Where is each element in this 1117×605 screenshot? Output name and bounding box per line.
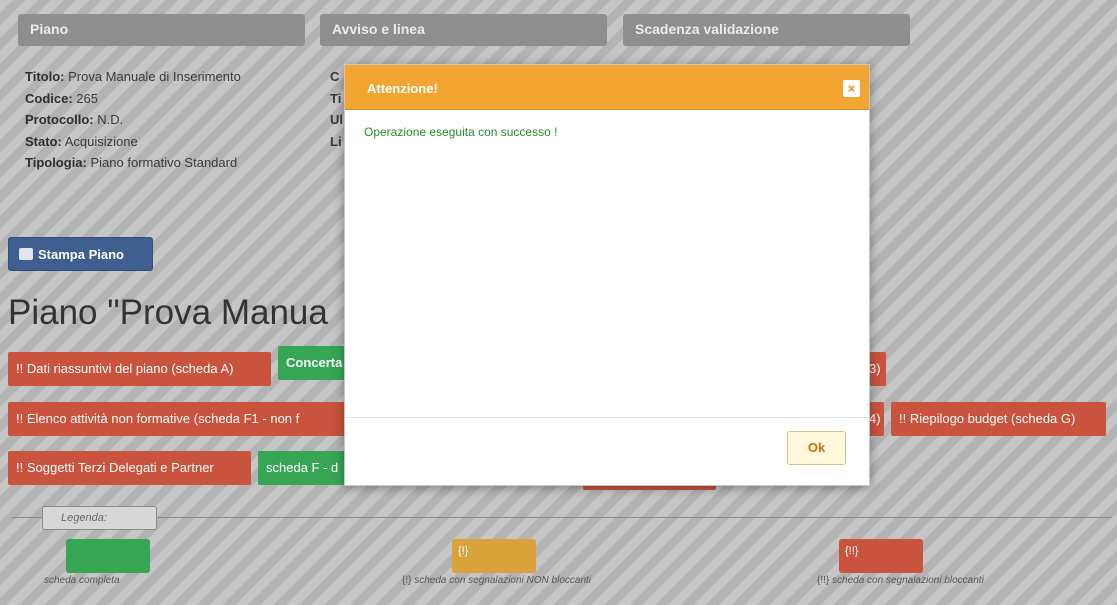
avviso-info-line: C: [330, 69, 340, 84]
legend-swatch-complete: [66, 539, 150, 573]
legend-swatch-warning: {!}: [452, 539, 536, 573]
info-tipologia: Tipologia: Piano formativo Standard: [25, 152, 241, 174]
legend-text-blocking: {!!} scheda con segnalazioni bloccanti: [817, 575, 984, 586]
tag-scheda-f1[interactable]: !! Elenco attività non formative (scheda…: [8, 402, 346, 436]
titolo-value: Prova Manuale di Inserimento: [68, 69, 241, 84]
legend-blocking-prefix: {!!}: [817, 575, 830, 586]
legend-swatch-blocking: {!!}: [839, 539, 923, 573]
legend-blocking-text: scheda con segnalazioni bloccanti: [832, 575, 984, 586]
print-plan-button[interactable]: Stampa Piano: [8, 237, 153, 271]
ok-button[interactable]: Ok: [787, 431, 846, 465]
legend-divider: [12, 517, 1112, 518]
info-titolo: Titolo: Prova Manuale di Inserimento: [25, 66, 241, 88]
panel-header-avviso: Avviso e linea: [320, 14, 607, 46]
codice-label: Codice:: [25, 90, 73, 106]
close-icon[interactable]: ×: [843, 80, 860, 97]
tag-concertazione[interactable]: Concerta: [278, 346, 348, 380]
protocollo-label: Protocollo:: [25, 112, 94, 127]
dialog-footer-divider: [345, 417, 869, 418]
panel-header-scadenza: Scadenza validazione: [623, 14, 910, 46]
avviso-info-line: Li: [330, 133, 342, 149]
stato-label: Stato:: [25, 133, 62, 149]
print-plan-label: Stampa Piano: [38, 247, 124, 262]
info-protocollo: Protocollo: N.D.: [25, 109, 241, 131]
legend-text-warning: {!} scheda con segnalazioni NON bloccant…: [402, 575, 591, 586]
avviso-info: C Ti Ul Li: [330, 66, 343, 152]
avviso-info-line: Ul: [330, 112, 343, 127]
page-title: Piano "Prova Manua: [8, 293, 328, 332]
dialog-message: Operazione eseguita con successo !: [364, 125, 558, 139]
printer-icon: [19, 248, 33, 260]
protocollo-value: N.D.: [97, 112, 124, 127]
panel-header-piano: Piano: [18, 14, 305, 46]
tipologia-label: Tipologia:: [25, 155, 87, 170]
tag-scheda-g[interactable]: !! Riepilogo budget (scheda G): [891, 402, 1106, 436]
titolo-label: Titolo:: [25, 69, 65, 84]
legend-warning-text: scheda con segnalazioni NON bloccanti: [414, 575, 592, 586]
stato-value: Acquisizione: [64, 133, 138, 149]
codice-value: 265: [76, 90, 98, 106]
avviso-info-line: Ti: [330, 90, 342, 106]
plan-info: Titolo: Prova Manuale di Inserimento Cod…: [25, 66, 241, 174]
tag-scheda-a[interactable]: !! Dati riassuntivi del piano (scheda A): [8, 352, 271, 386]
dialog-title: Attenzione!: [367, 81, 438, 96]
dialog-header: Attenzione! ×: [345, 65, 869, 110]
legend-warning-prefix: {!}: [402, 575, 412, 586]
legend-text-complete: scheda completa: [44, 575, 120, 586]
tag-soggetti-terzi[interactable]: !! Soggetti Terzi Delegati e Partner: [8, 451, 251, 485]
info-codice: Codice: 265: [25, 88, 241, 110]
info-stato: Stato: Acquisizione: [25, 131, 241, 153]
legend-label: Legenda:: [42, 506, 157, 530]
tipologia-value: Piano formativo Standard: [90, 155, 238, 170]
alert-dialog: Attenzione! × Operazione eseguita con su…: [344, 64, 870, 486]
